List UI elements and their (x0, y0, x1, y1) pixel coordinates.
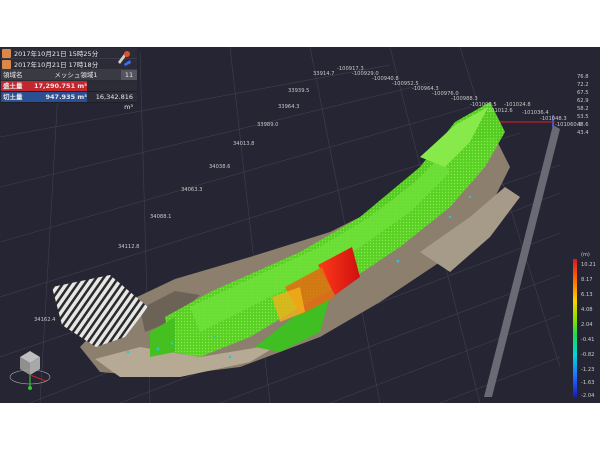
legend-tick: -0.82 (581, 352, 595, 358)
legend-tick: 8.17 (581, 277, 593, 283)
calendar-icon (2, 48, 11, 58)
z-axis-label: 76.8 (577, 74, 589, 80)
legend-unit: (m) (581, 252, 590, 258)
volume-table-header: 領域名 メッシュ領域1 11 (1, 70, 137, 81)
extra-column-header[interactable]: 11 (121, 70, 137, 80)
y-axis-label: 34038.6 (209, 164, 231, 170)
z-axis-label: 72.2 (577, 82, 589, 88)
legend-tick: 6.13 (581, 292, 593, 298)
mesh-column-header[interactable]: メッシュ領域1 (31, 70, 121, 80)
cut-value: 947.935 m³ (45, 93, 88, 101)
y-axis-label: 34088.1 (150, 214, 172, 220)
y-axis-label: 34063.3 (181, 187, 203, 193)
cut-volume-row: 切土量 947.935 m³ 16,342.816 m³ (1, 92, 137, 111)
legend-color-bar (573, 259, 577, 397)
y-axis-label: 33939.5 (288, 88, 310, 94)
cut-total-value: 16,342.816 m³ (87, 92, 137, 111)
region-column-header: 領域名 (3, 71, 23, 79)
y-axis-label: 34112.8 (118, 244, 140, 250)
measure-tool-icon[interactable] (116, 50, 132, 67)
x-axis-label: -101012.6 (486, 108, 513, 114)
volume-info-panel: 2017年10月21日 15時25分 2017年10月21日 17時18分 領域… (1, 48, 137, 111)
y-axis-label: 34162.4 (34, 317, 56, 323)
y-axis-label: 34013.8 (233, 141, 255, 147)
y-axis-label: 33964.3 (278, 104, 300, 110)
elevation-color-legend: (m) 10.21 8.17 6.13 4.08 2.04 -0.41 -0.8… (573, 252, 599, 402)
fill-value: 17,290.751 m³ (33, 82, 87, 90)
z-axis-label: 67.5 (577, 90, 589, 96)
cut-label: 切土量 (3, 93, 23, 101)
legend-tick: -2.04 (581, 393, 595, 399)
legend-tick: 2.04 (581, 322, 593, 328)
legend-tick: 4.08 (581, 307, 593, 313)
z-axis-label: 43.4 (577, 130, 589, 136)
z-axis-label: 53.5 (577, 114, 589, 120)
legend-tick: -1.23 (581, 367, 595, 373)
z-axis-label: 62.9 (577, 98, 589, 104)
fill-volume-row: 盛土量 17,290.751 m³ (1, 81, 137, 92)
legend-tick: 10.21 (581, 262, 596, 268)
y-axis-label: 33989.0 (257, 122, 279, 128)
point-cloud-viewport[interactable]: 33914.7 33939.5 33964.3 33989.0 34013.8 … (0, 47, 600, 403)
calendar-icon (2, 59, 11, 69)
z-axis-label: 58.2 (577, 106, 589, 112)
x-axis-label: -101024.8 (504, 102, 531, 108)
fill-extra (87, 81, 137, 91)
y-axis-label: 33914.7 (313, 71, 335, 77)
legend-tick: -0.41 (581, 337, 595, 343)
legend-tick: -1.63 (581, 380, 595, 386)
fill-label: 盛土量 (3, 82, 23, 90)
z-axis-label: 48.6 (577, 122, 589, 128)
orientation-cube-icon[interactable] (9, 351, 51, 390)
